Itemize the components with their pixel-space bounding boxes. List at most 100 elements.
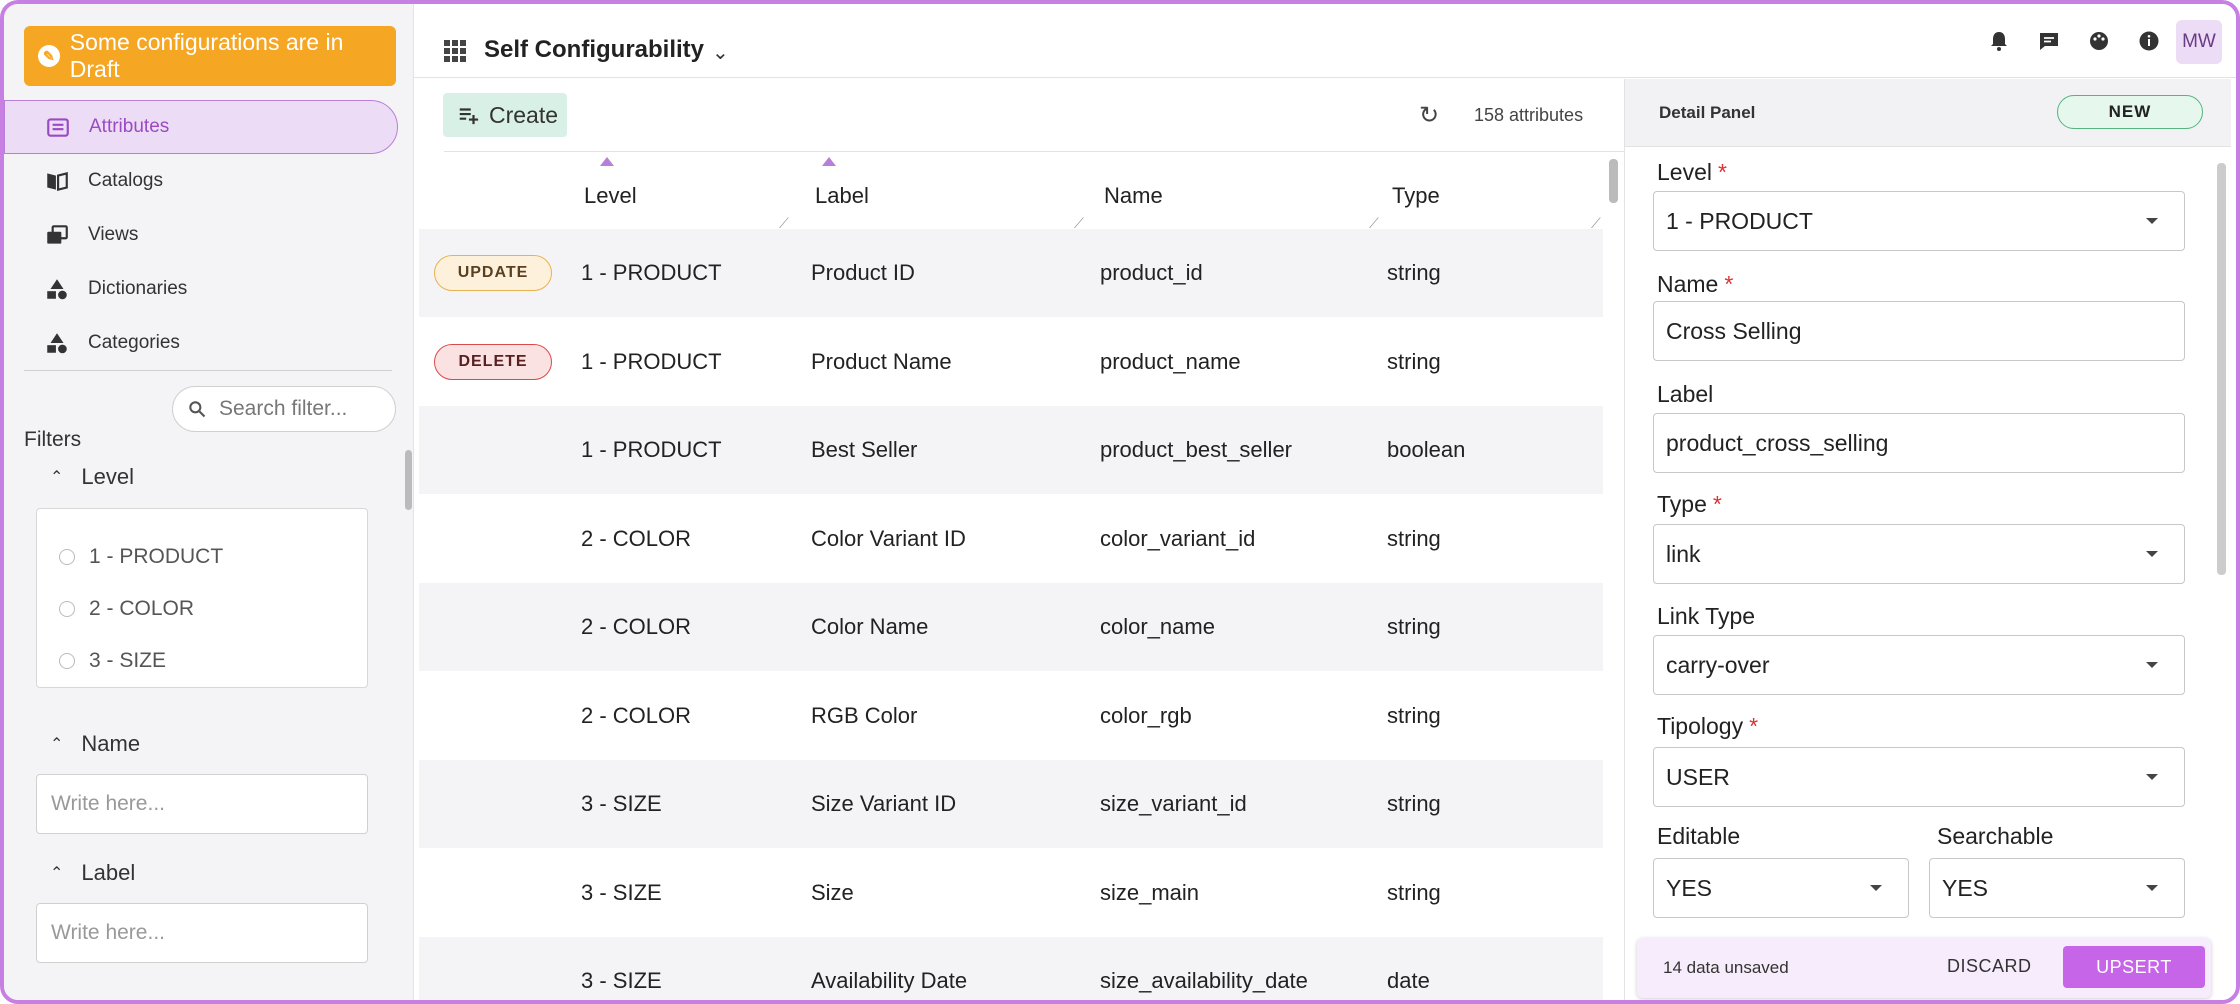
create-button[interactable]: Create [443, 93, 567, 137]
level-select[interactable]: 1 - PRODUCT [1653, 191, 2185, 251]
cell-type: string [1387, 614, 1441, 639]
cell-type: string [1387, 879, 1441, 905]
level-filter-header[interactable]: ⌃ Level [50, 464, 134, 490]
avatar[interactable]: MW [2176, 20, 2222, 64]
name-filter-input[interactable]: Write here... [36, 774, 368, 834]
sidebar-item-dictionaries[interactable]: Dictionaries [4, 262, 398, 316]
cell-name: product_id [1100, 260, 1203, 285]
column-header-type[interactable]: Type [1392, 183, 1440, 209]
table-row[interactable]: 1 - PRODUCT Best Seller product_best_selle… [419, 406, 1603, 494]
cell-label: Best Seller [811, 437, 918, 462]
discard-button[interactable]: DISCARD [1947, 956, 2032, 977]
sidebar-item-label: Attributes [89, 116, 170, 137]
cell-level: 3 - SIZE [581, 968, 662, 993]
link-type-select[interactable]: carry-over [1653, 635, 2185, 695]
table-row[interactable]: DELETE 1 - PRODUCT Product Name product_nam… [419, 318, 1603, 406]
cell-type: string [1387, 260, 1441, 285]
label-filter-header[interactable]: ⌃ Label [50, 860, 135, 886]
column-header-name[interactable]: Name [1104, 183, 1163, 209]
shapes-icon [47, 279, 67, 300]
sidebar-item-attributes[interactable]: Attributes [4, 100, 398, 154]
editable-select[interactable]: YES [1653, 858, 1909, 918]
level-option-product[interactable]: 1 - PRODUCT [37, 531, 367, 583]
chevron-up-icon: ⌃ [50, 865, 64, 882]
chevron-up-icon: ⌃ [50, 736, 64, 753]
refresh-icon[interactable]: ↻ [1419, 101, 1439, 130]
detail-panel-header: Detail Panel NEW [1625, 79, 2231, 147]
table-row[interactable]: 3 - SIZE Availability Date size_availabili… [419, 937, 1603, 1000]
detail-panel-scrollbar[interactable] [2217, 163, 2226, 575]
label-input-value: product_cross_selling [1666, 429, 1889, 456]
app-grid-icon[interactable] [444, 40, 466, 62]
sidebar-item-label: Catalogs [88, 170, 163, 191]
bell-icon[interactable] [1984, 26, 2014, 56]
radio-button[interactable] [59, 549, 75, 565]
tipology-field-label: Tipology * [1657, 713, 1759, 739]
sidebar-nav: Attributes Catalogs Views Dictionaries C… [4, 100, 398, 370]
attributes-count: 158 attributes [1474, 105, 1584, 125]
column-header-level[interactable]: Level [584, 183, 637, 209]
table-divider [444, 151, 1624, 152]
sidebar-divider [24, 370, 392, 371]
name-input[interactable]: Cross Selling [1653, 301, 2185, 361]
detail-panel-title: Detail Panel [1659, 103, 1756, 122]
name-filter-header[interactable]: ⌃ Name [50, 731, 140, 757]
sidebar-item-label: Dictionaries [88, 278, 188, 299]
name-input-value: Cross Selling [1666, 317, 1802, 344]
sidebar-item-catalogs[interactable]: Catalogs [4, 154, 398, 208]
table-row[interactable]: 2 - COLOR RGB Color color_rgb string [419, 672, 1603, 760]
table-row[interactable]: 2 - COLOR Color Name color_name string [419, 583, 1603, 671]
cell-type: string [1387, 525, 1441, 551]
level-option-color[interactable]: 2 - COLOR [37, 583, 367, 635]
type-select[interactable]: link [1653, 524, 2185, 584]
cell-label: Size Variant ID [811, 791, 957, 816]
sidebar: ✎ Some configurations are in Draft Attri… [4, 4, 414, 1000]
cell-type: string [1387, 791, 1441, 816]
table-row[interactable]: UPDATE 1 - PRODUCT Product ID product_id str… [419, 229, 1603, 317]
chat-icon[interactable] [2034, 26, 2064, 56]
tipology-select[interactable]: USER [1653, 747, 2185, 807]
book-icon [47, 172, 68, 192]
label-filter-placeholder: Write here... [51, 921, 165, 944]
level-option-label: 1 - PRODUCT [89, 545, 224, 568]
dropdown-caret-icon [2146, 551, 2158, 557]
table-row[interactable]: 3 - SIZE Size Variant ID size_variant_id st… [419, 760, 1603, 848]
level-option-size[interactable]: 3 - SIZE [37, 635, 367, 687]
table-scrollbar[interactable] [1609, 159, 1618, 203]
row-status-badge: UPDATE [434, 255, 552, 291]
sidebar-item-views[interactable]: Views [4, 208, 398, 262]
searchable-select-value: YES [1942, 874, 1989, 901]
label-input[interactable]: product_cross_selling [1653, 413, 2185, 473]
sidebar-item-categories[interactable]: Categories [4, 316, 398, 370]
cell-level: 1 - PRODUCT [581, 437, 722, 462]
column-header-label[interactable]: Label [815, 183, 869, 209]
type-field-label: Type * [1657, 491, 1722, 517]
draft-status-button[interactable]: ✎ Some configurations are in Draft [24, 26, 396, 86]
draft-label: Some configurations are in Draft [69, 29, 344, 82]
radio-button[interactable] [59, 653, 75, 669]
radio-button[interactable] [59, 601, 75, 617]
upsert-button[interactable]: UPSERT [2063, 946, 2205, 988]
searchable-select[interactable]: YES [1929, 858, 2185, 918]
search-filter-input[interactable]: Search filter... [172, 386, 396, 432]
info-icon[interactable] [2134, 26, 2164, 56]
table-row[interactable]: 3 - SIZE Size size_main string [419, 849, 1603, 937]
level-filter-title: Level [81, 464, 134, 489]
table-row[interactable]: 2 - COLOR Color Variant ID color_variant_i… [419, 495, 1603, 583]
search-icon [189, 401, 206, 418]
cell-name: product_best_seller [1100, 437, 1293, 462]
chevron-down-icon[interactable]: ⌄ [712, 40, 729, 65]
cell-level: 3 - SIZE [581, 879, 662, 905]
label-filter-input[interactable]: Write here... [36, 903, 368, 963]
sort-indicator-icon [600, 157, 614, 166]
cell-name: size_availability_date [1100, 968, 1308, 993]
sidebar-scrollbar[interactable] [405, 450, 412, 510]
palette-icon[interactable] [2084, 26, 2114, 56]
list-icon [47, 118, 69, 137]
chevron-up-icon: ⌃ [50, 469, 64, 486]
cell-label: Product Name [811, 348, 952, 374]
dropdown-caret-icon [2146, 662, 2158, 668]
attributes-table-area: Create ↻ 158 attributes Level Label Name… [419, 79, 1624, 1000]
cell-label: RGB Color [811, 702, 918, 728]
dropdown-caret-icon [2146, 218, 2158, 224]
